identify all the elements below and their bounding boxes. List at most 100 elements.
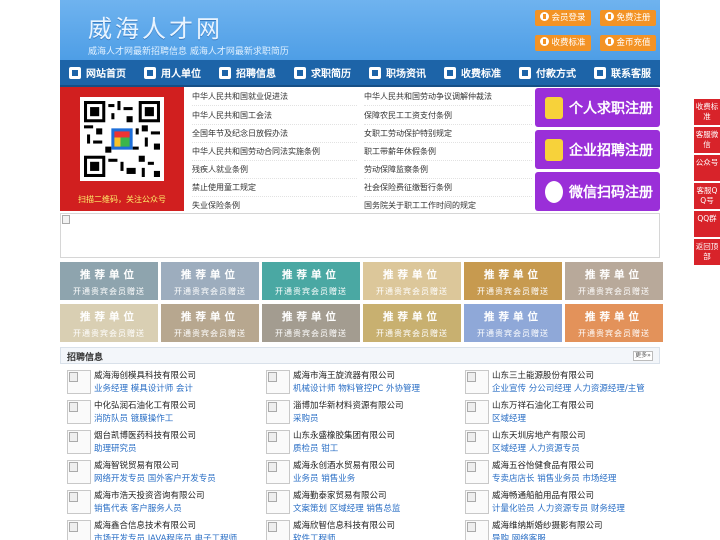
company-logo[interactable]: [67, 370, 91, 394]
law-link[interactable]: 中华人民共和国劳动争议调解仲裁法: [364, 87, 532, 106]
company-name-link[interactable]: 威海智锐贸易有限公司: [94, 459, 179, 471]
law-link[interactable]: 社会保险费征缴暂行条例: [364, 178, 532, 197]
job-listing[interactable]: 威海欣智信息科技有限公司 软件工程师: [261, 518, 457, 540]
recommended-employer-slot[interactable]: 推荐单位 开通贵宾会员赠送: [262, 304, 360, 342]
nav-resumes[interactable]: 求职简历: [285, 60, 360, 85]
job-listing[interactable]: 山东天圳房地产有限公司 区域经理 人力资源专员: [460, 428, 656, 458]
job-listing[interactable]: 威海市浩天投资咨询有限公司 销售代表 客户服务人员: [62, 488, 258, 518]
company-name-link[interactable]: 山东万祥石油化工有限公司: [492, 399, 594, 411]
side-qq-button[interactable]: 客服QQ号: [694, 183, 720, 209]
nav-jobs[interactable]: 招聘信息: [210, 60, 285, 85]
job-positions-link[interactable]: 文案策划 区域经理 销售总监: [293, 502, 400, 514]
company-name-link[interactable]: 威海欣智信息科技有限公司: [293, 519, 395, 531]
job-positions-link[interactable]: 市场开发专员 JAVA程序员 电子工程师: [94, 532, 237, 540]
company-logo[interactable]: [465, 400, 489, 424]
company-name-link[interactable]: 中化弘润石油化工有限公司: [94, 399, 196, 411]
job-listing[interactable]: 威海海创模具科技有限公司 业务经理 模具设计师 会计: [62, 368, 258, 398]
company-name-link[interactable]: 山东永盛橡胶集团有限公司: [293, 429, 395, 441]
recommended-employer-slot[interactable]: 推荐单位 开通贵宾会员赠送: [161, 304, 259, 342]
ad-banner[interactable]: [60, 213, 660, 258]
job-positions-link[interactable]: 区域经理: [492, 412, 526, 424]
recommended-employer-slot[interactable]: 推荐单位 开通贵宾会员赠送: [363, 304, 461, 342]
job-positions-link[interactable]: 计量化验员 人力资源专员 财务经理: [492, 502, 625, 514]
register-button[interactable]: 免费注册: [600, 10, 656, 26]
side-qq-group-button[interactable]: QQ群: [694, 211, 720, 237]
job-positions-link[interactable]: 企业宣传 分公司经理 人力资源经理/主管: [492, 382, 645, 394]
side-wechat-button[interactable]: 客服微信: [694, 127, 720, 153]
job-listing[interactable]: 中化弘润石油化工有限公司 消防队员 镀膜操作工: [62, 398, 258, 428]
nav-home[interactable]: 网站首页: [60, 60, 135, 85]
employer-register-button[interactable]: 企业招聘注册: [535, 130, 660, 169]
job-listing[interactable]: 威海维纳斯婚纱摄影有限公司 导购 网络客服: [460, 518, 656, 540]
job-positions-link[interactable]: 机械设计师 物料管控PC 外协管理: [293, 382, 420, 394]
law-link[interactable]: 劳动保障监察条例: [364, 160, 532, 179]
job-listing[interactable]: 山东永盛橡胶集团有限公司 质检员 钳工: [261, 428, 457, 458]
law-link[interactable]: 职工带薪年休假条例: [364, 142, 532, 161]
company-name-link[interactable]: 威海维纳斯婚纱摄影有限公司: [492, 519, 603, 531]
login-button[interactable]: 会员登录: [535, 10, 591, 26]
company-logo[interactable]: [67, 520, 91, 540]
job-listing[interactable]: 山东万祥石油化工有限公司 区域经理: [460, 398, 656, 428]
nav-news[interactable]: 职场资讯: [360, 60, 435, 85]
company-logo[interactable]: [465, 460, 489, 484]
job-positions-link[interactable]: 采购员: [293, 412, 319, 424]
job-listing[interactable]: 威海畅通船舶用品有限公司 计量化验员 人力资源专员 财务经理: [460, 488, 656, 518]
company-name-link[interactable]: 山东天圳房地产有限公司: [492, 429, 586, 441]
company-logo[interactable]: [67, 400, 91, 424]
recommended-employer-slot[interactable]: 推荐单位 开通贵宾会员赠送: [363, 262, 461, 300]
nav-pricing[interactable]: 收费标准: [435, 60, 510, 85]
company-name-link[interactable]: 烟台凯博医药科技有限公司: [94, 429, 196, 441]
company-logo[interactable]: [266, 370, 290, 394]
job-positions-link[interactable]: 消防队员 镀膜操作工: [94, 412, 173, 424]
site-logo-title[interactable]: 威海人才网: [88, 9, 223, 44]
law-link[interactable]: 中华人民共和国就业促进法: [192, 87, 357, 106]
pricing-button[interactable]: 收费标准: [535, 35, 591, 51]
company-name-link[interactable]: 威海永创酒水贸易有限公司: [293, 459, 395, 471]
job-positions-link[interactable]: 专卖店店长 销售业务员 市场经理: [492, 472, 616, 484]
recommended-employer-slot[interactable]: 推荐单位 开通贵宾会员赠送: [565, 262, 663, 300]
law-link[interactable]: 中华人民共和国工会法: [192, 106, 357, 125]
company-name-link[interactable]: 淄博加华新材料资源有限公司: [293, 399, 404, 411]
recommended-employer-slot[interactable]: 推荐单位 开通贵宾会员赠送: [60, 304, 158, 342]
company-logo[interactable]: [266, 460, 290, 484]
company-name-link[interactable]: 威海鑫合信息技术有限公司: [94, 519, 196, 531]
law-link[interactable]: 残疾人就业条例: [192, 160, 357, 179]
nav-employers[interactable]: 用人单位: [135, 60, 210, 85]
company-logo[interactable]: [67, 460, 91, 484]
company-name-link[interactable]: 威海五谷怡健食品有限公司: [492, 459, 594, 471]
job-listing[interactable]: 烟台凯博医药科技有限公司 助理研究员: [62, 428, 258, 458]
company-logo[interactable]: [266, 520, 290, 540]
company-logo[interactable]: [465, 520, 489, 540]
back-to-top-button[interactable]: 返回顶部: [694, 239, 720, 265]
nav-payment[interactable]: 付款方式: [510, 60, 585, 85]
job-listing[interactable]: 威海勤泰家贸易有限公司 文案策划 区域经理 销售总监: [261, 488, 457, 518]
job-listing[interactable]: 威海市海王旋流器有限公司 机械设计师 物料管控PC 外协管理: [261, 368, 457, 398]
company-name-link[interactable]: 威海勤泰家贸易有限公司: [293, 489, 387, 501]
company-name-link[interactable]: 威海海创模具科技有限公司: [94, 369, 196, 381]
job-listing[interactable]: 威海智锐贸易有限公司 网络开发专员 国外客户开发专员: [62, 458, 258, 488]
side-official-account-button[interactable]: 公众号: [694, 155, 720, 181]
recommended-employer-slot[interactable]: 推荐单位 开通贵宾会员赠送: [464, 262, 562, 300]
nav-contact[interactable]: 联系客服: [585, 60, 660, 85]
job-positions-link[interactable]: 销售代表 客户服务人员: [94, 502, 182, 514]
company-logo[interactable]: [266, 490, 290, 514]
company-logo[interactable]: [465, 430, 489, 454]
company-name-link[interactable]: 威海市海王旋流器有限公司: [293, 369, 395, 381]
job-positions-link[interactable]: 质检员 钳工: [293, 442, 338, 454]
company-logo[interactable]: [465, 490, 489, 514]
company-logo[interactable]: [67, 490, 91, 514]
company-logo[interactable]: [266, 430, 290, 454]
job-listing[interactable]: 淄博加华新材料资源有限公司 采购员: [261, 398, 457, 428]
company-logo[interactable]: [465, 370, 489, 394]
job-listing[interactable]: 威海五谷怡健食品有限公司 专卖店店长 销售业务员 市场经理: [460, 458, 656, 488]
wechat-register-button[interactable]: 微信扫码注册: [535, 172, 660, 211]
recommended-employer-slot[interactable]: 推荐单位 开通贵宾会员赠送: [262, 262, 360, 300]
side-pricing-button[interactable]: 收费标准: [694, 99, 720, 125]
recommended-employer-slot[interactable]: 推荐单位 开通贵宾会员赠送: [464, 304, 562, 342]
job-positions-link[interactable]: 业务经理 模具设计师 会计: [94, 382, 193, 394]
job-positions-link[interactable]: 网络开发专员 国外客户开发专员: [94, 472, 216, 484]
company-logo[interactable]: [67, 430, 91, 454]
company-logo[interactable]: [266, 400, 290, 424]
company-name-link[interactable]: 威海市浩天投资咨询有限公司: [94, 489, 205, 501]
more-jobs-button[interactable]: 更多»: [633, 351, 653, 361]
